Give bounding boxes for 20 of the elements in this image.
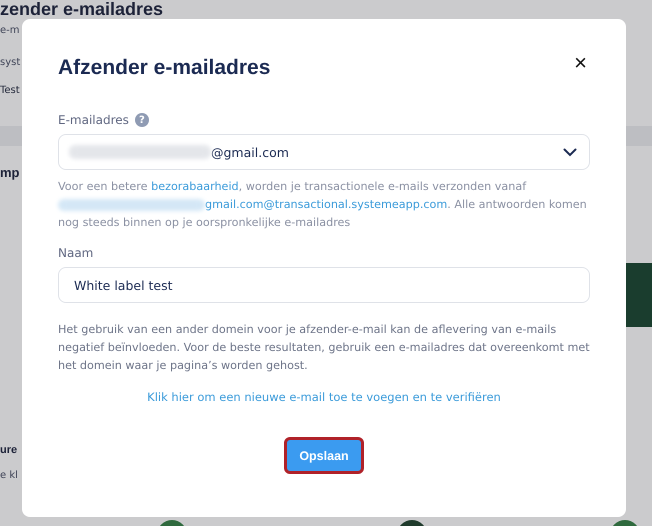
page-text: syst <box>0 57 20 68</box>
dialog-title: Afzender e-mailadres <box>58 56 270 80</box>
page-text: e-m <box>0 25 20 36</box>
close-button[interactable]: × <box>574 54 587 72</box>
name-field[interactable]: White label test <box>58 267 590 303</box>
info-text: Voor een betere bezorabaarheid, worden je transactionele e-mails verzonden vanaf gmail.com@transactional.systemeapp.com. Alle antwoorden komen nog steeds binnen op je oorspronkelijke e-mailadres <box>58 179 588 231</box>
field-label: Naam <box>58 246 94 260</box>
section-heading: ure <box>0 444 18 456</box>
page-heading: zender e-mailadres <box>0 0 164 20</box>
page-text: Test <box>0 85 20 96</box>
save-button[interactable]: Opslaan <box>284 437 364 474</box>
deliverability-link[interactable]: bezorabaarheid <box>151 180 239 193</box>
field-label: E-mailadres <box>58 113 129 127</box>
page-text: e kl <box>0 470 18 481</box>
warning-text: Het gebruik van een ander domein voor je afzender-e-mail kan de aflevering van e-mails negatief beïnvloeden. Voor de beste resultaten, gebruik een e-mailadres dat overeenkomt met het domein waar je pagina’s worden gehost. <box>58 322 590 374</box>
section-heading: mp <box>0 165 20 180</box>
add-email-link[interactable]: Klik hier om een nieuwe e-mail toe te voegen en te verifiëren <box>147 390 501 404</box>
email-select[interactable]: @gmail.com <box>58 134 590 170</box>
chevron-down-icon <box>563 148 577 157</box>
help-icon[interactable]: ? <box>134 113 149 127</box>
